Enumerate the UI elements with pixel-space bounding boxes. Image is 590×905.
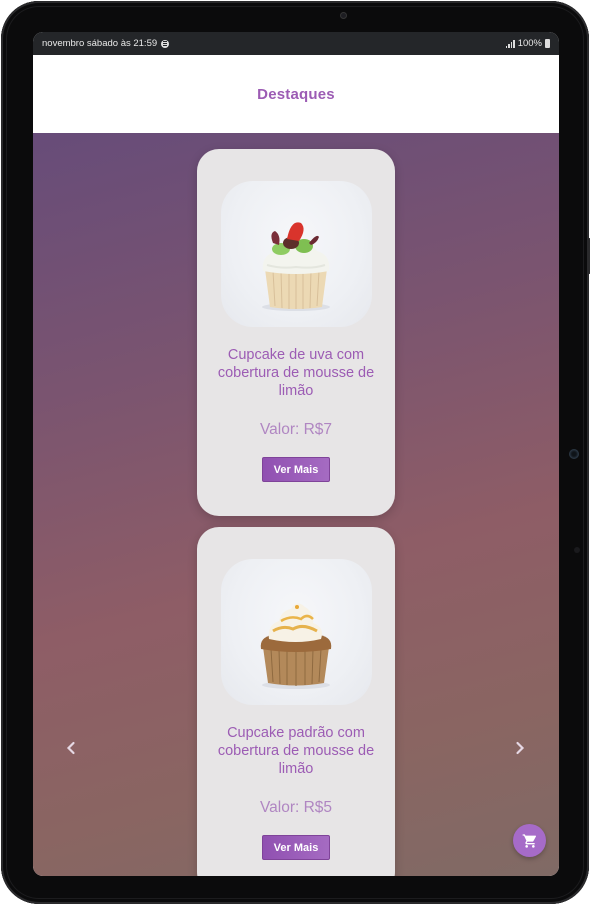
chevron-right-icon [516,741,525,755]
sensor-dot-small [574,547,580,553]
cart-button[interactable] [513,824,546,857]
product-card: Cupcake de uva com cobertura de mousse d… [197,149,395,516]
product-card: Cupcake padrão com cobertura de mousse d… [197,527,395,876]
signal-icon [505,39,515,48]
carousel-prev-button[interactable] [61,733,81,763]
cupcake-caramel-image [221,559,372,705]
tablet-frame: novembro sábado às 21:59 100% Destaques [1,1,590,904]
sensor-dot [570,450,578,458]
see-more-button[interactable]: Ver Mais [262,457,330,482]
carousel-area[interactable]: Cupcake de uva com cobertura de mousse d… [33,133,559,876]
app-screen: novembro sábado às 21:59 100% Destaques [33,32,559,876]
product-price: Valor: R$5 [259,799,333,816]
battery-icon [545,39,550,48]
spotify-icon [161,39,170,48]
status-bar: novembro sábado às 21:59 100% [33,32,559,55]
product-name: Cupcake de uva com cobertura de mousse d… [217,347,375,399]
see-more-button[interactable]: Ver Mais [262,835,330,860]
product-name: Cupcake padrão com cobertura de mousse d… [217,725,375,777]
front-camera [340,12,347,19]
app-header: Destaques [33,55,559,133]
cart-icon [522,833,536,848]
page-title: Destaques [257,85,335,103]
product-price: Valor: R$7 [259,421,333,438]
cupcake-strawberry-image [221,181,372,327]
battery-percent: 100% [517,38,542,49]
status-time: novembro sábado às 21:59 [42,38,158,49]
carousel-next-button[interactable] [510,733,530,763]
chevron-left-icon [66,741,75,755]
